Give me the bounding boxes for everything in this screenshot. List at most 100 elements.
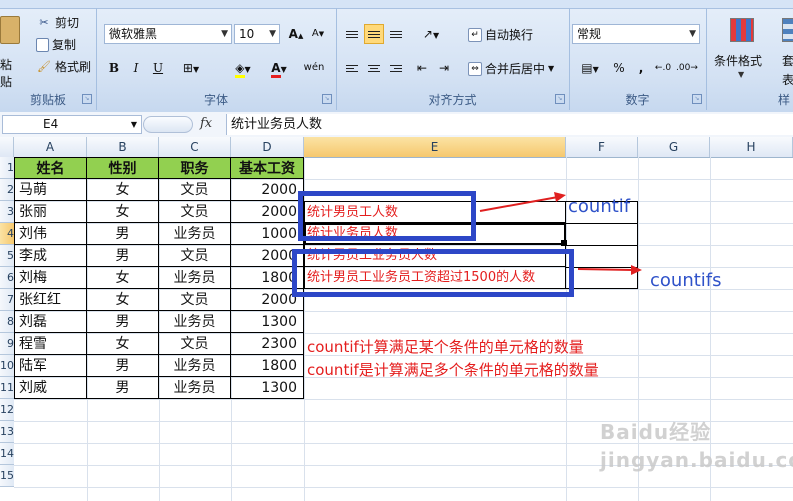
table-cell[interactable]: 马萌 [14,179,87,201]
row-header-3[interactable]: 3 [0,201,14,223]
increase-decimal-button[interactable]: ←.0 [653,58,673,78]
table-cell[interactable]: 女 [87,201,159,223]
table-cell[interactable]: 刘磊 [14,311,87,333]
copy-button[interactable]: 复制 [36,36,76,53]
table-cell[interactable]: 刘伟 [14,223,87,245]
alignment-dialog-launcher-icon[interactable]: ↘ [555,94,565,104]
italic-button[interactable]: I [126,58,146,78]
name-box[interactable]: E4 ▼ [2,115,142,134]
column-header-e[interactable]: E [304,137,566,157]
header-position[interactable]: 职务 [159,157,231,179]
wrap-text-button[interactable]: ↵ 自动换行 [468,26,533,43]
table-cell[interactable]: 业务员 [159,355,231,377]
bold-button[interactable]: B [104,58,124,78]
table-cell[interactable]: 女 [87,179,159,201]
font-size-select[interactable]: 10 ▼ [234,24,280,44]
row-header-4[interactable]: 4 [0,223,14,245]
row-header-12[interactable]: 12 [0,399,14,421]
chevron-down-icon[interactable]: ▼ [131,116,137,133]
header-salary[interactable]: 基本工资 [231,157,304,179]
grow-font-button[interactable]: A▲ [286,24,306,44]
table-cell[interactable]: 1800 [231,355,304,377]
table-cell[interactable]: 刘威 [14,377,87,399]
align-middle-button[interactable] [364,24,384,44]
row-header-9[interactable]: 9 [0,333,14,355]
font-dialog-launcher-icon[interactable]: ↘ [322,94,332,104]
number-dialog-launcher-icon[interactable]: ↘ [692,94,702,104]
table-cell[interactable]: 2000 [231,201,304,223]
fill-color-button[interactable]: ◈▼ [226,58,260,78]
insert-function-button[interactable]: fx [200,116,212,131]
table-cell[interactable]: 男 [87,245,159,267]
row-header-1[interactable]: 1 [0,157,14,179]
table-cell[interactable]: 李成 [14,245,87,267]
table-cell[interactable]: 文员 [159,333,231,355]
merge-center-button[interactable]: ⇔ 合并后居中 ▼ [468,60,554,77]
shrink-font-button[interactable]: A▼ [308,24,328,44]
table-cell[interactable]: 张丽 [14,201,87,223]
select-all-corner[interactable] [0,137,14,157]
font-name-select[interactable]: 微软雅黑 ▼ [104,24,232,44]
decrease-decimal-button[interactable]: .00→ [675,58,698,78]
paste-button[interactable]: 粘贴 [0,16,22,89]
accounting-format-button[interactable]: ▤▼ [573,58,607,78]
row-header-11[interactable]: 11 [0,377,14,399]
table-cell[interactable]: 女 [87,289,159,311]
align-center-button[interactable] [364,58,384,78]
column-header-c[interactable]: C [159,137,231,157]
cut-button[interactable]: ✂ 剪切 [36,14,79,31]
formula-input[interactable]: 统计业务员人数 [226,114,793,135]
column-header-h[interactable]: H [710,137,793,157]
table-cell[interactable]: 文员 [159,245,231,267]
percent-button[interactable]: % [609,58,629,78]
row-header-6[interactable]: 6 [0,267,14,289]
table-cell[interactable]: 1300 [231,311,304,333]
column-header-a[interactable]: A [14,137,87,157]
table-cell[interactable]: 男 [87,355,159,377]
table-cell[interactable]: 2300 [231,333,304,355]
column-header-b[interactable]: B [87,137,159,157]
table-cell[interactable]: 1300 [231,377,304,399]
table-cell[interactable]: 业务员 [159,311,231,333]
table-cell[interactable]: 1000 [231,223,304,245]
row-header-5[interactable]: 5 [0,245,14,267]
increase-indent-button[interactable]: ⇥ [434,58,454,78]
align-left-button[interactable] [342,58,362,78]
orientation-button[interactable]: ↗▼ [416,24,446,44]
table-cell[interactable]: 女 [87,267,159,289]
column-header-d[interactable]: D [231,137,304,157]
comma-button[interactable]: , [631,58,651,78]
row-header-2[interactable]: 2 [0,179,14,201]
clipboard-dialog-launcher-icon[interactable]: ↘ [82,94,92,104]
underline-button[interactable]: U [148,58,168,78]
align-right-button[interactable] [386,58,406,78]
format-painter-button[interactable]: 🖌 格式刷 [36,58,91,75]
font-color-button[interactable]: A▼ [262,58,296,78]
decrease-indent-button[interactable]: ⇤ [412,58,432,78]
conditional-format-button[interactable]: 条件格式 ▼ [712,10,768,88]
header-name[interactable]: 姓名 [14,157,87,179]
column-header-g[interactable]: G [638,137,710,157]
table-cell[interactable]: 男 [87,223,159,245]
row-header-13[interactable]: 13 [0,421,14,443]
table-cell[interactable]: 陆军 [14,355,87,377]
row-header-14[interactable]: 14 [0,443,14,465]
row-header-10[interactable]: 10 [0,355,14,377]
table-cell[interactable]: 文员 [159,201,231,223]
header-gender[interactable]: 性别 [87,157,159,179]
table-cell[interactable]: 业务员 [159,377,231,399]
table-cell[interactable]: 2000 [231,179,304,201]
table-format-button[interactable]: 套用表格格式 [774,10,793,88]
formula-bar-divider-handle[interactable] [143,116,193,133]
table-cell[interactable]: 刘梅 [14,267,87,289]
table-cell[interactable]: 文员 [159,179,231,201]
number-format-select[interactable]: 常规 ▼ [572,24,700,44]
table-cell[interactable]: 男 [87,311,159,333]
row-header-15[interactable]: 15 [0,465,14,487]
table-cell[interactable]: 程雪 [14,333,87,355]
align-bottom-button[interactable] [386,24,406,44]
table-cell[interactable]: 张红红 [14,289,87,311]
table-cell[interactable]: 女 [87,333,159,355]
table-cell[interactable]: 文员 [159,289,231,311]
row-header-8[interactable]: 8 [0,311,14,333]
